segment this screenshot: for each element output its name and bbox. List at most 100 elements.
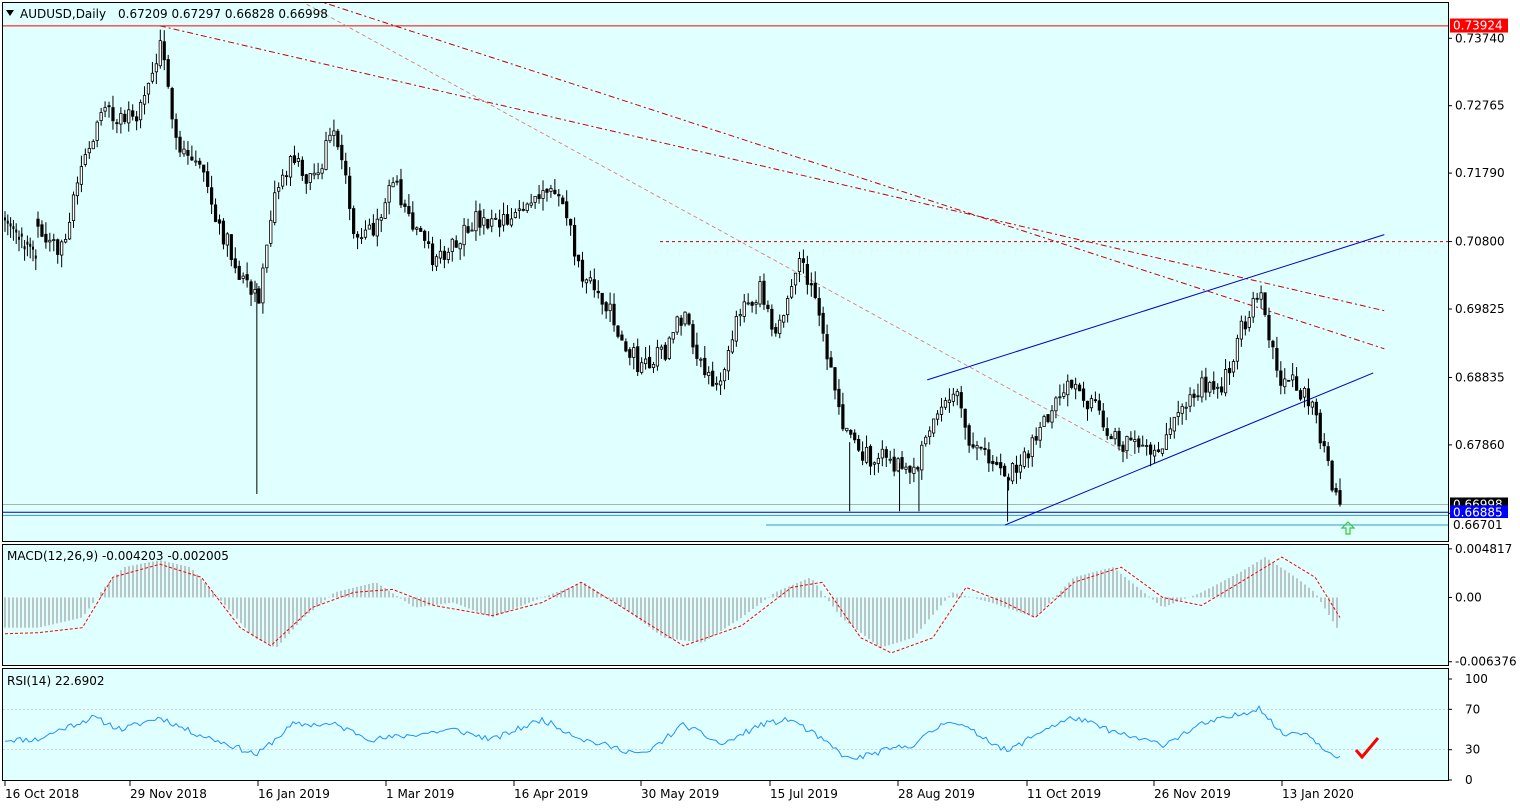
candle-body	[553, 189, 557, 194]
candle-body	[245, 274, 249, 281]
candle-body	[730, 339, 735, 353]
candle-body	[1141, 444, 1145, 447]
candle-body	[837, 388, 841, 408]
candle-body	[912, 466, 916, 474]
candle-body	[154, 63, 158, 73]
candle-body	[1239, 320, 1243, 340]
candle-body	[186, 150, 190, 156]
candle-body	[1251, 298, 1255, 318]
candle-body	[880, 448, 884, 459]
candle-body	[1223, 369, 1228, 394]
candle-body	[111, 107, 115, 122]
candle-body	[419, 228, 423, 232]
candle-body	[60, 241, 64, 256]
candle-body	[683, 311, 687, 325]
price-label-support: 0.66701	[1453, 518, 1503, 532]
candle-body	[1212, 381, 1216, 390]
candle-body	[501, 214, 506, 226]
candle-body	[770, 308, 774, 330]
candle-body	[454, 240, 458, 248]
candle-body	[900, 457, 904, 469]
candle-body	[797, 258, 802, 273]
candle-body	[679, 317, 683, 326]
candle-body	[892, 456, 896, 472]
candle-body	[924, 436, 928, 445]
candle-body	[225, 233, 229, 246]
candle-body	[18, 236, 20, 240]
candle-body	[355, 233, 360, 238]
candle-body	[1208, 381, 1212, 393]
candle-body	[56, 239, 60, 255]
candle-body	[1216, 386, 1220, 389]
candle-body	[1314, 401, 1318, 416]
candle-body	[935, 413, 940, 420]
candle-body	[1310, 401, 1314, 408]
candle-body	[1243, 321, 1247, 330]
candle-body	[671, 332, 675, 340]
candle-body	[569, 218, 573, 226]
candle-body	[32, 246, 34, 250]
candle-body	[1204, 376, 1208, 393]
candle-body	[379, 217, 383, 221]
candle-body	[1125, 436, 1129, 452]
candle-body	[1291, 374, 1295, 381]
candle-body	[1022, 451, 1026, 467]
candle-body	[103, 107, 107, 112]
candle-body	[194, 160, 198, 163]
candle-body	[162, 41, 166, 61]
x-tick-label: 28 Aug 2019	[898, 787, 975, 801]
candle-body	[288, 156, 293, 178]
candle-body	[1117, 430, 1121, 447]
candle-body	[647, 356, 652, 369]
candle-body	[403, 203, 407, 207]
candle-body	[1318, 412, 1322, 444]
x-tick-label: 16 Apr 2019	[514, 787, 588, 801]
candle-body	[872, 462, 877, 465]
candle-body	[1220, 386, 1224, 393]
candle-body	[91, 141, 95, 150]
candle-body	[628, 349, 632, 358]
candle-body	[170, 88, 174, 120]
candle-body	[221, 220, 226, 245]
x-tick-label: 1 Mar 2019	[386, 787, 454, 801]
candle-body	[99, 112, 103, 121]
candle-body	[478, 210, 482, 228]
macd-y-tick-label: 0.004817	[1455, 542, 1512, 556]
candle-body	[896, 458, 900, 472]
candle-body	[620, 334, 624, 341]
macd-y-tick-label: 0.00	[1455, 590, 1482, 604]
chart-window: 0.73740 0.72765 0.71790 0.70800 0.69825 0.688…	[0, 0, 1520, 807]
candle-body	[182, 148, 186, 155]
x-tick-label: 16 Jan 2019	[258, 787, 330, 801]
candle-body	[959, 392, 963, 409]
candle-body	[632, 347, 636, 358]
candle-body	[15, 229, 18, 233]
candle-body	[525, 203, 529, 211]
candle-body	[549, 188, 553, 192]
candle-body	[217, 219, 222, 224]
candle-body	[782, 315, 786, 323]
candle-body	[1018, 464, 1023, 473]
candle-body	[474, 211, 478, 232]
candle-body	[1113, 431, 1117, 440]
candle-body	[178, 136, 182, 153]
candle-body	[983, 447, 987, 450]
candle-body	[300, 159, 304, 176]
price-pane[interactable]	[2, 2, 1449, 542]
candle-body	[655, 347, 660, 367]
candle-body	[261, 267, 265, 304]
candle-body	[458, 243, 462, 250]
candle-body	[1235, 338, 1240, 362]
candle-body	[352, 208, 356, 234]
candle-body	[253, 289, 257, 294]
candle-body	[1093, 399, 1097, 402]
candle-body	[904, 466, 908, 470]
rsi-pane[interactable]	[2, 668, 1449, 781]
candle-body	[1034, 436, 1038, 441]
candle-body	[34, 255, 37, 259]
candle-body	[853, 432, 857, 441]
candle-body	[12, 226, 15, 230]
candle-body	[884, 449, 888, 458]
candle-body	[202, 164, 206, 173]
candle-body	[675, 316, 679, 333]
